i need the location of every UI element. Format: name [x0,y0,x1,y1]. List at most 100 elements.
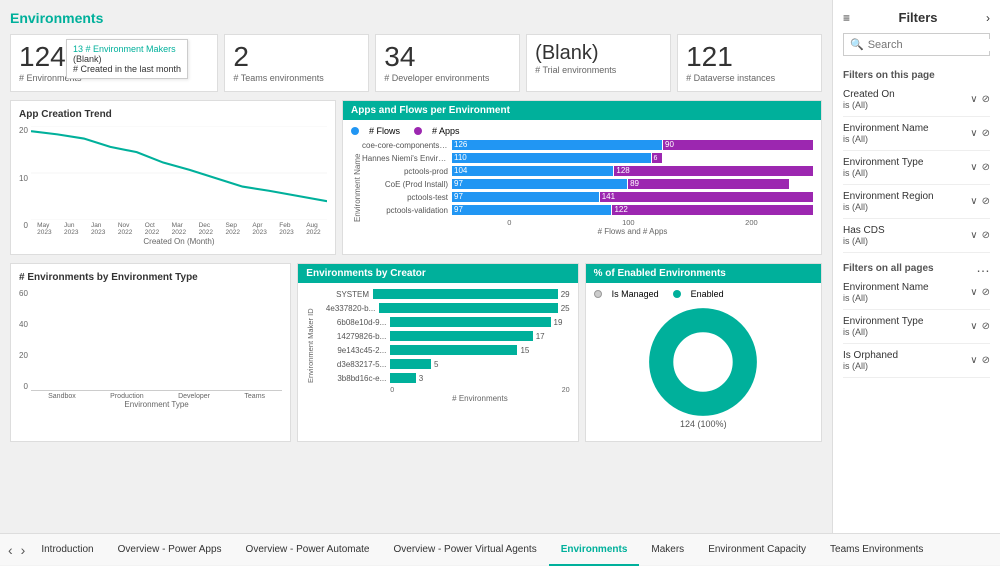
tab-introduction[interactable]: Introduction [29,534,105,566]
enabled-legend-label: Enabled [691,289,724,299]
kpi-developer-number: 34 [384,43,511,71]
tab-environments[interactable]: Environments [549,534,640,566]
donut-label: 124 (100%) [680,419,727,429]
flows-legend-label: # Flows [369,126,400,136]
tab-next-btn[interactable]: › [17,542,30,558]
tab-teams-environments[interactable]: Teams Environments [818,534,935,566]
kpi-dataverse: 121 # Dataverse instances [677,34,822,92]
hbar-row-6: pctools-validation 97 122 [362,205,813,215]
filter-all-env-name: Environment Name is (All) ∨ ⊘ [843,276,990,310]
donut-container: 124 (100%) [594,303,813,433]
creator-row-6: d3e83217-5... 5 [315,359,569,369]
creator-row-3: 6b08e10d-9... 19 [315,317,569,327]
tab-environment-capacity[interactable]: Environment Capacity [696,534,818,566]
creator-y-label: Environment Maker ID [306,289,315,403]
tab-overview-power-apps[interactable]: Overview - Power Apps [106,534,234,566]
all-env-name-clear[interactable]: ⊘ [982,287,990,298]
flows-legend-dot [351,127,359,135]
kpi-teams: 2 # Teams environments [224,34,369,92]
filter-collapse-btn[interactable]: › [986,11,990,25]
tabs-bar: ‹ › Introduction Overview - Power Apps O… [0,533,1000,565]
all-env-name-chevron[interactable]: ∨ [970,287,977,298]
filter-env-name: Environment Name is (All) ∨ ⊘ [843,117,990,151]
kpi-row: 124 # Environments 13 # Environment Make… [10,34,822,92]
apps-flows-x-label: # Flows and # Apps [452,227,813,236]
this-page-section-title: Filters on this page [843,70,990,81]
env-type-chevron[interactable]: ∨ [970,162,977,173]
tab-overview-power-virtual-agents[interactable]: Overview - Power Virtual Agents [381,534,548,566]
kpi-badge-row2: (Blank) [73,54,181,64]
creator-row-4: 14279826-b... 17 [315,331,569,341]
apps-flows-bars: coe-core-components-dev 126 90 Hannes Ni… [362,140,813,236]
kpi-developer: 34 # Developer environments [375,34,520,92]
hbar-row-2: Hannes Niemi's Environment 110 6 [362,153,813,163]
env-by-creator-card: Environments by Creator Environment Make… [297,263,578,442]
all-pages-more[interactable]: … [976,259,990,275]
filter-created-on: Created On is (All) ∨ ⊘ [843,83,990,117]
env-by-creator-title: Environments by Creator [298,264,577,283]
is-orphaned-clear[interactable]: ⊘ [982,355,990,366]
kpi-teams-label: # Teams environments [233,73,360,83]
env-type-x-label: Environment Type [31,400,282,409]
creator-row-2: 4e337820-b... 25 [315,303,569,313]
app-creation-trend-card: App Creation Trend 20 10 0 [10,100,336,255]
pct-legend: Is Managed Enabled [594,289,813,299]
app-creation-x-label: Created On (Month) [31,237,327,246]
filter-search-input[interactable] [868,39,1000,51]
pct-enabled-card: % of Enabled Environments Is Managed Ena… [585,263,822,442]
env-by-type-title: # Environments by Environment Type [19,272,282,283]
content-area: Environments 124 # Environments 13 # Env… [0,0,832,533]
has-cds-chevron[interactable]: ∨ [970,230,977,241]
apps-legend-label: # Apps [432,126,460,136]
tab-prev-btn[interactable]: ‹ [4,542,17,558]
filter-is-orphaned: Is Orphaned is (All) ∨ ⊘ [843,344,990,378]
managed-legend-label: Is Managed [612,289,659,299]
kpi-developer-label: # Developer environments [384,73,511,83]
hbar-row-3: pctools-prod 104 128 [362,166,813,176]
pct-enabled-title: % of Enabled Environments [586,264,821,283]
env-region-clear[interactable]: ⊘ [982,196,990,207]
apps-flows-y-label: Environment Name [351,140,362,236]
is-orphaned-chevron[interactable]: ∨ [970,355,977,366]
page-title: Environments [10,10,822,26]
env-type-clear[interactable]: ⊘ [982,162,990,173]
kpi-dataverse-number: 121 [686,43,813,71]
kpi-trial: (Blank) # Trial environments [526,34,671,92]
managed-legend-dot [594,290,602,298]
has-cds-clear[interactable]: ⊘ [982,230,990,241]
creator-row-5: 9e143c45-2... 15 [315,345,569,355]
creator-x-label: # Environments [390,394,569,403]
donut-chart-svg [648,307,758,417]
filter-has-cds: Has CDS is (All) ∨ ⊘ [843,219,990,253]
kpi-badge-row1: 13 # Environment Makers [73,44,181,54]
filter-search-icon: 🔍 [850,38,864,51]
created-on-clear[interactable]: ⊘ [982,94,990,105]
all-env-type-clear[interactable]: ⊘ [982,321,990,332]
apps-legend-dot [414,127,422,135]
filter-panel: ≡ Filters › 🔍 Filters on this page Creat… [832,0,1000,533]
kpi-dataverse-label: # Dataverse instances [686,73,813,83]
hbar-row-4: CoE (Prod Install) 97 89 [362,179,813,189]
filter-header: ≡ Filters › [843,10,990,25]
env-by-type-card: # Environments by Environment Type 60 40… [10,263,291,442]
creator-bars: SYSTEM 29 4e337820-b... 25 6b08e10d-9... [315,289,569,403]
env-name-chevron[interactable]: ∨ [970,128,977,139]
created-on-chevron[interactable]: ∨ [970,94,977,105]
filter-env-region: Environment Region is (All) ∨ ⊘ [843,185,990,219]
hbar-row-1: coe-core-components-dev 126 90 [362,140,813,150]
filter-search-box[interactable]: 🔍 [843,33,990,56]
env-region-chevron[interactable]: ∨ [970,196,977,207]
env-name-clear[interactable]: ⊘ [982,128,990,139]
creator-row-1: SYSTEM 29 [315,289,569,299]
app-creation-trend-title: App Creation Trend [19,109,327,120]
kpi-environments: 124 # Environments 13 # Environment Make… [10,34,218,92]
kpi-badge-row3: # Created in the last month [73,64,181,74]
tab-makers[interactable]: Makers [639,534,696,566]
tab-overview-power-automate[interactable]: Overview - Power Automate [234,534,382,566]
vbar-group [31,289,282,391]
charts-row: App Creation Trend 20 10 0 [10,100,822,255]
all-env-type-chevron[interactable]: ∨ [970,321,977,332]
all-pages-section-title: Filters on all pages [843,263,934,274]
filter-panel-title: Filters [899,10,938,25]
filter-env-type: Environment Type is (All) ∨ ⊘ [843,151,990,185]
